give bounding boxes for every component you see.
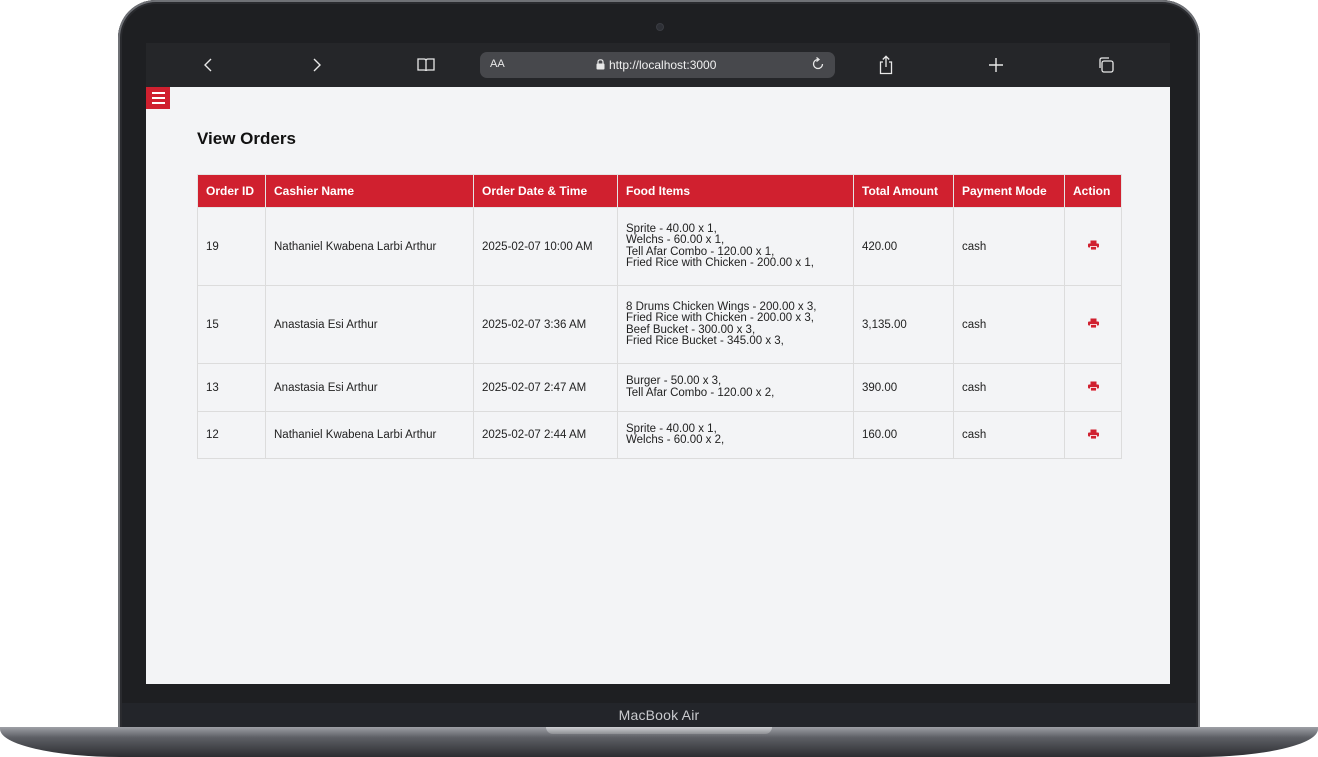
total-amount: 420.00 [853,207,954,286]
hamburger-menu-icon[interactable] [146,87,170,109]
cashier-name: Anastasia Esi Arthur [265,285,474,364]
table-header-row: Order ID Cashier Name Order Date & Time … [197,174,1122,208]
bookmarks-icon[interactable] [411,43,441,87]
action-cell [1064,363,1122,412]
total-amount: 390.00 [853,363,954,412]
order-datetime: 2025-02-07 2:47 AM [473,363,618,412]
food-items: Sprite - 40.00 x 1, Welchs - 60.00 x 1, … [617,207,854,286]
table-row: 13 Anastasia Esi Arthur 2025-02-07 2:47 … [197,363,1122,412]
orders-table: Order ID Cashier Name Order Date & Time … [197,174,1122,459]
order-datetime: 2025-02-07 2:44 AM [473,411,618,459]
text-size-button[interactable]: AA [490,58,505,70]
url-text: http://localhost:3000 [609,58,717,72]
payment-mode: cash [953,207,1065,286]
header-food-items: Food Items [617,174,854,208]
order-id: 15 [197,285,266,364]
share-icon[interactable] [871,43,901,87]
address-bar[interactable]: AA http://localhost:3000 [480,52,835,78]
tabs-icon[interactable] [1091,43,1121,87]
order-id: 12 [197,411,266,459]
forward-icon[interactable] [302,43,332,87]
header-order-id: Order ID [197,174,266,208]
camera [657,24,663,30]
header-action: Action [1064,174,1122,208]
food-items: Sprite - 40.00 x 1, Welchs - 60.00 x 2, [617,411,854,459]
food-items: 8 Drums Chicken Wings - 200.00 x 3, Frie… [617,285,854,364]
device-label: MacBook Air [618,707,700,723]
total-amount: 3,135.00 [853,285,954,364]
payment-mode: cash [953,363,1065,412]
laptop-base-notch [546,727,772,734]
screen: AA http://localhost:3000 View Orders Ord… [146,43,1170,684]
action-cell [1064,207,1122,286]
laptop-chin: MacBook Air [122,703,1196,730]
header-cashier-name: Cashier Name [265,174,474,208]
page-title: View Orders [197,129,296,148]
back-icon[interactable] [193,43,223,87]
new-tab-icon[interactable] [981,43,1011,87]
food-item: Fried Rice with Chicken - 200.00 x 3, [626,312,814,324]
reload-icon[interactable] [809,55,827,73]
total-amount: 160.00 [853,411,954,459]
order-datetime: 2025-02-07 10:00 AM [473,207,618,286]
header-payment-mode: Payment Mode [953,174,1065,208]
print-icon[interactable] [1087,381,1099,391]
payment-mode: cash [953,411,1065,459]
food-items: Burger - 50.00 x 3, Tell Afar Combo - 12… [617,363,854,412]
cashier-name: Nathaniel Kwabena Larbi Arthur [265,207,474,286]
action-cell [1064,285,1122,364]
header-total-amount: Total Amount [853,174,954,208]
order-id: 13 [197,363,266,412]
table-row: 19 Nathaniel Kwabena Larbi Arthur 2025-0… [197,207,1122,286]
cashier-name: Nathaniel Kwabena Larbi Arthur [265,411,474,459]
food-item: Burger - 50.00 x 3, [626,375,722,387]
print-icon[interactable] [1087,318,1099,328]
food-item: Tell Afar Combo - 120.00 x 2, [626,386,775,399]
food-item: Welchs - 60.00 x 1, [626,234,725,246]
order-id: 19 [197,207,266,286]
table-row: 15 Anastasia Esi Arthur 2025-02-07 3:36 … [197,285,1122,364]
order-datetime: 2025-02-07 3:36 AM [473,285,618,364]
payment-mode: cash [953,285,1065,364]
print-icon[interactable] [1087,240,1099,250]
lock-icon [596,59,605,70]
action-cell [1064,411,1122,459]
cashier-name: Anastasia Esi Arthur [265,363,474,412]
header-order-date: Order Date & Time [473,174,618,208]
food-item: Fried Rice with Chicken - 200.00 x 1, [626,257,814,269]
browser-toolbar: AA http://localhost:3000 [146,43,1170,87]
table-row: 12 Nathaniel Kwabena Larbi Arthur 2025-0… [197,411,1122,459]
food-item: Welchs - 60.00 x 2, [626,434,725,446]
print-icon[interactable] [1087,429,1099,439]
food-item: Fried Rice Bucket - 345.00 x 3, [626,335,784,347]
